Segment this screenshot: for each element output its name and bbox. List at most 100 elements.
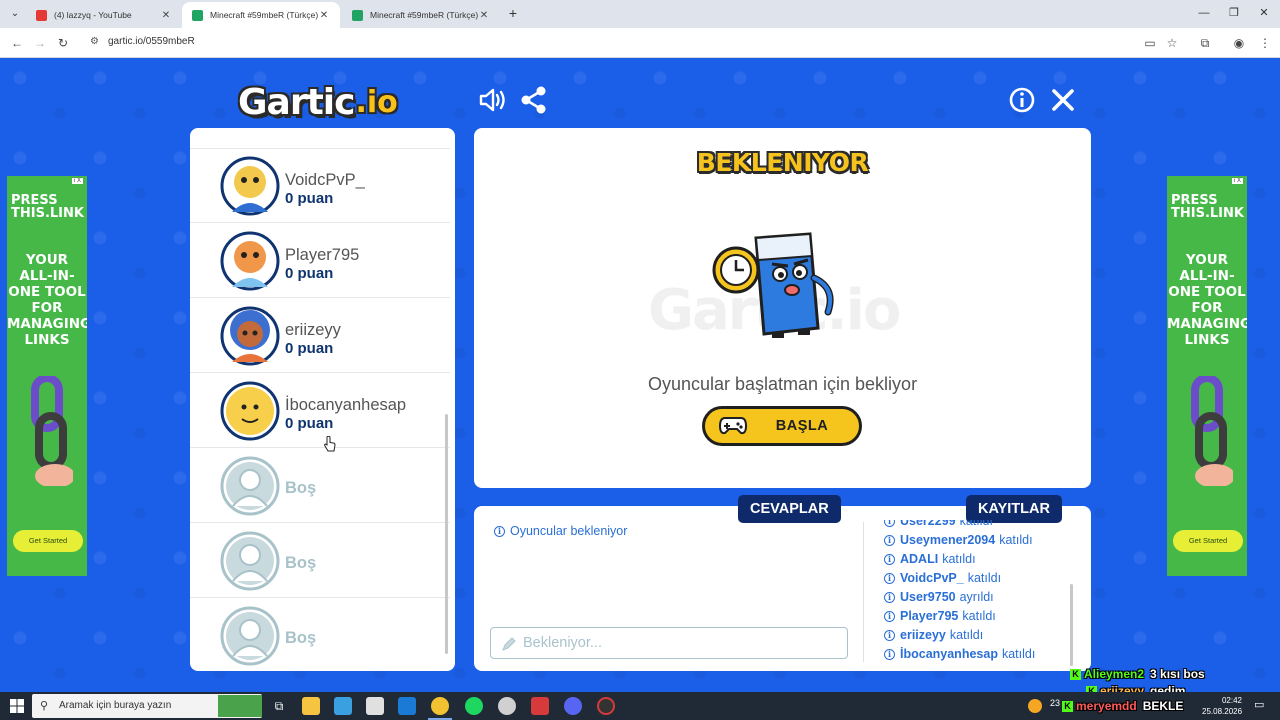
tab-title: Minecraft #59mbeR (Türkçe) - G: [370, 10, 478, 20]
log-action: katıldı: [1001, 647, 1036, 661]
info-icon: i: [884, 553, 895, 565]
empty-avatar-icon: [220, 606, 280, 666]
minimize-icon[interactable]: —: [1194, 4, 1214, 22]
restore-icon[interactable]: ❐: [1224, 4, 1244, 22]
avatar: [220, 128, 280, 131]
answer-input-box[interactable]: [490, 627, 848, 659]
copilot-icon[interactable]: [334, 697, 352, 715]
player-name: Boş: [285, 554, 317, 572]
chat-user: meryemdd: [1076, 699, 1137, 713]
chain-link-icon: [31, 376, 73, 486]
empty-avatar-icon: [220, 531, 280, 591]
windows-start-icon[interactable]: [10, 699, 24, 713]
log-action: katıldı: [959, 520, 993, 528]
log-entry: i User2299 katıldı: [884, 520, 993, 530]
recorder-icon[interactable]: [531, 697, 549, 715]
close-icon[interactable]: ✕: [478, 10, 490, 21]
task-view-icon[interactable]: ⧉: [270, 697, 288, 715]
tab-search-chevron-icon[interactable]: ⌄: [6, 5, 24, 23]
search-placeholder: Aramak için buraya yazın: [59, 700, 172, 711]
profile-icon[interactable]: ◉: [1230, 34, 1248, 52]
site-info-icon[interactable]: ⚙: [90, 36, 99, 47]
empty-player-slot: Boş: [190, 449, 450, 523]
info-icon: i: [884, 520, 895, 527]
gartic-logo: Gartic .io: [238, 80, 398, 124]
exit-close-icon[interactable]: [1048, 85, 1078, 115]
log-action: katıldı: [962, 609, 996, 623]
log-action: katıldı: [942, 552, 976, 566]
tab-gartic-active[interactable]: Minecraft #59mbeR (Türkçe) - G ✕: [182, 2, 340, 28]
player-score: 0 puan: [285, 265, 334, 282]
window-close-icon[interactable]: ✕: [1254, 4, 1274, 22]
clock-mascot-icon: [712, 232, 834, 338]
cast-icon[interactable]: ▭: [1141, 34, 1159, 52]
browser-menu-icon[interactable]: ⋮: [1256, 34, 1274, 52]
store-icon[interactable]: [366, 697, 384, 715]
advertisement-right[interactable]: i X PRESS THIS.LINK YOUR ALL-IN-ONE TOOL…: [1167, 176, 1247, 576]
player-row[interactable]: İbocanyanhesap 0 puan: [190, 374, 450, 448]
youtube-icon: [36, 9, 47, 21]
waiting-message: Oyuncular başlatman için bekliyor: [647, 374, 918, 394]
chat-text: BEKLE: [1142, 699, 1184, 713]
outlook-icon[interactable]: [398, 697, 416, 715]
forward-arrow-icon[interactable]: →: [31, 34, 49, 52]
logo-text: Gartic: [238, 81, 355, 123]
notifications-icon[interactable]: ▭: [1254, 698, 1264, 711]
sound-icon[interactable]: [477, 85, 507, 115]
tab-youtube[interactable]: (4) lazzyq - YouTube ✕: [26, 2, 182, 28]
gartic-favicon-icon: [192, 9, 203, 21]
windows-taskbar: ⚲ Aramak için buraya yazın ⧉ 23 K meryem…: [0, 692, 1280, 720]
empty-avatar-icon: [220, 456, 280, 516]
answers-tab[interactable]: CEVAPLAR: [738, 495, 841, 523]
url-field[interactable]: ⚙ gartic.io/0559mbeR: [82, 32, 1142, 54]
clock-date: 25.08.2026: [1202, 707, 1243, 716]
browser-tab-strip: ⌄ (4) lazzyq - YouTube ✕ Minecraft #59mb…: [0, 0, 1280, 28]
logs-tab[interactable]: KAYITLAR: [966, 495, 1062, 523]
ad-get-started-button[interactable]: Get Started: [13, 530, 83, 552]
player-name: eriizeyy: [285, 321, 341, 339]
reload-icon[interactable]: ↻: [54, 34, 72, 52]
player-name: İbocanyanhesap: [285, 396, 407, 414]
file-explorer-icon[interactable]: [302, 697, 320, 715]
share-icon[interactable]: [519, 85, 549, 115]
player-name: VoidcPvP_: [285, 171, 365, 189]
ad-brand-line2: THIS.LINK: [1171, 206, 1244, 221]
tab-gartic-2[interactable]: Minecraft #59mbeR (Türkçe) - G ✕: [342, 2, 500, 28]
start-button-label: BAŞLA: [775, 418, 829, 434]
answer-input[interactable]: [523, 632, 839, 654]
panel-divider: [863, 522, 864, 662]
player-row[interactable]: VoidcPvP_ 0 puan: [190, 149, 450, 223]
players-scrollbar[interactable]: [445, 414, 448, 654]
spotify-icon[interactable]: [465, 697, 483, 715]
close-icon[interactable]: ✕: [160, 10, 172, 21]
advertisement-left[interactable]: i X PRESS THIS.LINK YOUR ALL-IN-ONE TOOL…: [7, 176, 87, 576]
extensions-icon[interactable]: ⧉: [1196, 34, 1214, 52]
ad-choices-tag[interactable]: i X: [71, 178, 83, 184]
system-clock[interactable]: 02:42 25.08.2026: [1202, 695, 1242, 717]
log-entry: i eriizeyy katıldı: [884, 626, 983, 644]
info-icon[interactable]: [1007, 85, 1037, 115]
weather-icon[interactable]: [1028, 699, 1042, 713]
pencil-icon: [502, 637, 516, 651]
players-list[interactable]: VoidcPvP_ 0 puan Player795 0 puan eriize…: [190, 128, 455, 671]
player-score: 0 puan: [285, 340, 334, 357]
logs-list[interactable]: i User2299 katıldı i Useymener2094 katıldı i…: [884, 520, 1074, 667]
ad-get-started-button[interactable]: Get Started: [1173, 530, 1243, 552]
close-icon[interactable]: ✕: [318, 10, 330, 21]
discord-icon[interactable]: [564, 697, 582, 715]
player-row[interactable]: Player795 0 puan: [190, 224, 450, 298]
empty-player-slot: Boş: [190, 599, 450, 671]
app-icon[interactable]: [498, 697, 516, 715]
chrome-icon[interactable]: [431, 697, 449, 715]
ad-choices-tag[interactable]: i X: [1231, 178, 1243, 184]
start-game-button[interactable]: BAŞLA: [702, 406, 862, 446]
info-icon: i: [884, 534, 895, 546]
back-arrow-icon[interactable]: ←: [8, 34, 26, 52]
new-tab-plus-icon[interactable]: +: [504, 4, 522, 22]
player-row[interactable]: eriizeyy 0 puan: [190, 299, 450, 373]
obs-icon[interactable]: [597, 697, 615, 715]
log-action: katıldı: [967, 571, 1002, 585]
logs-scrollbar[interactable]: [1070, 584, 1073, 666]
bookmark-star-icon[interactable]: ☆: [1163, 34, 1181, 52]
url-text: gartic.io/0559mbeR: [108, 36, 195, 47]
